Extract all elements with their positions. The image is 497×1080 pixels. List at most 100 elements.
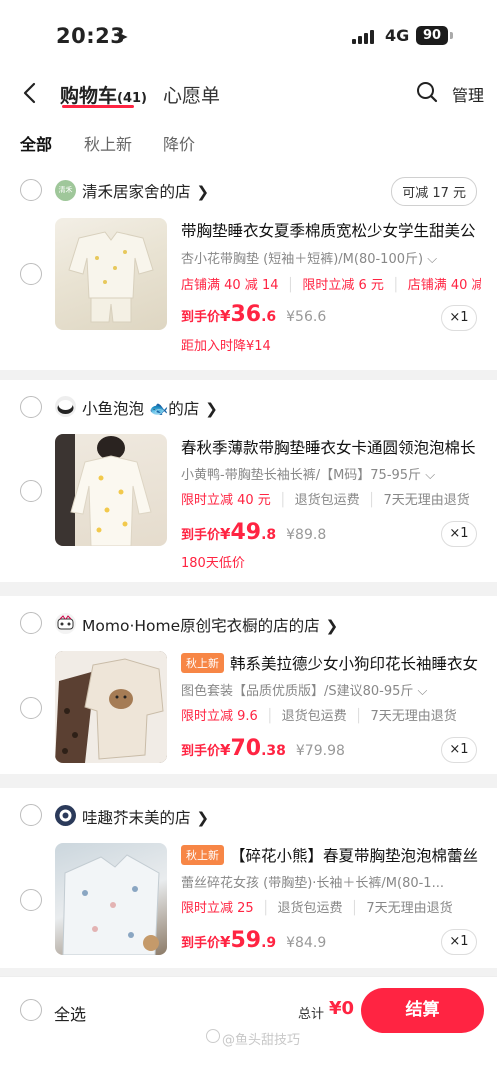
product-image[interactable] bbox=[55, 218, 167, 330]
service-tag: 退货包运费 bbox=[277, 901, 343, 916]
service-tag: 7天无理由退货 bbox=[366, 901, 453, 916]
product-variant-select[interactable]: 杏小花带胸垫 (短袖＋短裤)/M(80-100斤) ⌵ bbox=[181, 248, 446, 267]
battery-tip bbox=[450, 32, 453, 39]
autumn-new-tag: 秋上新 bbox=[181, 653, 224, 673]
battery-icon: 90 bbox=[416, 26, 448, 45]
price-decimal: .8 bbox=[261, 527, 277, 543]
manage-button[interactable]: 管理 bbox=[452, 82, 484, 106]
variant-text: 图色套装【品质优质版】/S建议80-95斤 bbox=[181, 684, 414, 699]
chevron-right-icon: ❯ bbox=[325, 617, 339, 635]
pajama-illustration bbox=[55, 434, 152, 546]
shop-discount-badge[interactable]: 可减 17 元 bbox=[391, 177, 477, 206]
price-decimal: .6 bbox=[261, 309, 277, 325]
shop-name: 小鱼泡泡 bbox=[82, 400, 145, 418]
service-tag: 7天无理由退货 bbox=[370, 709, 457, 724]
promo-tag: 限时立减 9.6 bbox=[181, 709, 258, 724]
item-select-checkbox[interactable] bbox=[20, 889, 42, 911]
search-icon[interactable] bbox=[416, 81, 438, 103]
chevron-right-icon: ❯ bbox=[196, 809, 210, 827]
filter-price-drop[interactable]: 降价 bbox=[163, 131, 195, 155]
shop-name-suffix: 的店 bbox=[168, 400, 200, 418]
price-integer: 70 bbox=[230, 736, 262, 761]
shop-avatar: 清禾 bbox=[55, 180, 76, 201]
shop-card: 清禾 清禾居家舍的店 ❯ 可减 17 元 带胸垫睡衣女夏季棉质宽松少女学生甜美公 … bbox=[0, 168, 497, 370]
product-variant-select[interactable]: 蕾丝碎花女孩 (带胸垫)·长袖＋长裤/M(80-1... bbox=[181, 872, 446, 891]
item-select-checkbox[interactable] bbox=[20, 480, 42, 502]
price-integer: 49 bbox=[230, 520, 262, 545]
shop-card: Momo·Home原创宅衣橱的店的店 ❯ 秋上新 韩系美拉德少女小狗印花长袖睡衣女 … bbox=[0, 596, 497, 774]
price-currency: ¥ bbox=[220, 933, 231, 951]
shop-name-link[interactable]: 哇趣芥末美的店 ❯ bbox=[82, 806, 209, 828]
price-drop-note: 距加入时降¥14 bbox=[181, 339, 271, 354]
original-price: ¥79.98 bbox=[295, 743, 345, 759]
price-currency: ¥ bbox=[220, 307, 231, 325]
weibo-icon bbox=[206, 1029, 220, 1043]
price-integer: 36 bbox=[230, 302, 262, 327]
status-bar: 20:23 ➤ 4G 90 bbox=[0, 0, 497, 70]
price-label: 到手价 bbox=[181, 936, 221, 951]
price-currency: ¥ bbox=[220, 741, 231, 759]
tab-cart[interactable]: 购物车(41) bbox=[60, 81, 147, 108]
promo-tag: 限时立减 6 元 bbox=[302, 278, 384, 293]
promo-tags: 店铺满 40 减 14│限时立减 6 元│店铺满 40 减 17 bbox=[181, 274, 481, 293]
product-title[interactable]: 秋上新 韩系美拉德少女小狗印花长袖睡衣女 bbox=[181, 652, 478, 674]
back-chevron-icon[interactable] bbox=[18, 80, 42, 106]
shop-select-checkbox[interactable] bbox=[20, 396, 42, 418]
shop-card: 哇趣芥末美的店 ❯ 秋上新 【碎花小熊】春夏带胸垫泡泡棉蕾丝碎 蕾丝碎花女孩 (带胸… bbox=[0, 788, 497, 968]
product-title[interactable]: 带胸垫睡衣女夏季棉质宽松少女学生甜美公 bbox=[181, 219, 478, 241]
shop-avatar bbox=[55, 805, 76, 826]
filter-all[interactable]: 全部 bbox=[20, 131, 52, 155]
price-decimal: .9 bbox=[261, 935, 277, 951]
price-integer: 59 bbox=[230, 928, 262, 953]
tab-wishlist[interactable]: 心愿单 bbox=[163, 81, 220, 108]
chevron-right-icon: ❯ bbox=[205, 400, 218, 418]
promo-tag: 限时立减 40 元 bbox=[181, 493, 271, 508]
price-row: 到手价¥70.38 ¥79.98 bbox=[181, 736, 345, 761]
product-title[interactable]: 秋上新 【碎花小熊】春夏带胸垫泡泡棉蕾丝碎 bbox=[181, 844, 478, 866]
tab-cart-label: 购物车 bbox=[60, 85, 118, 107]
shop-name-link[interactable]: 清禾居家舍的店 ❯ bbox=[82, 180, 209, 202]
product-image[interactable] bbox=[55, 434, 167, 546]
select-all-label[interactable]: 全选 bbox=[54, 1001, 86, 1025]
product-title-text: 【碎花小熊】春夏带胸垫泡泡棉蕾丝碎 bbox=[230, 847, 478, 865]
price-label: 到手价 bbox=[181, 310, 221, 325]
item-select-checkbox[interactable] bbox=[20, 697, 42, 719]
product-title-text: 韩系美拉德少女小狗印花长袖睡衣女 bbox=[230, 655, 478, 673]
shop-name: 清禾居家舍的店 bbox=[82, 183, 191, 201]
item-select-checkbox[interactable] bbox=[20, 263, 42, 285]
checkout-bar: 全选 总计 ¥0 结算 @鱼头甜技巧 bbox=[0, 976, 497, 1080]
product-variant-select[interactable]: 小黄鸭-带胸垫长袖长裤/【M码】75-95斤 ⌵ bbox=[181, 464, 446, 483]
checkout-button[interactable]: 结算 bbox=[361, 988, 484, 1033]
shop-select-checkbox[interactable] bbox=[20, 804, 42, 826]
quantity-stepper[interactable]: ×1 bbox=[441, 521, 477, 547]
quantity-stepper[interactable]: ×1 bbox=[441, 305, 477, 331]
service-tag: 退货包运费 bbox=[281, 709, 347, 724]
chevron-down-icon: ⌵ bbox=[423, 252, 438, 267]
shop-name-link[interactable]: 小鱼泡泡 🐟的店 ❯ bbox=[82, 397, 218, 419]
autumn-new-tag: 秋上新 bbox=[181, 845, 224, 865]
shop-avatar bbox=[55, 613, 76, 634]
product-image[interactable] bbox=[55, 843, 167, 955]
product-image[interactable] bbox=[55, 651, 167, 763]
promo-tags: 限时立减 25 │ 退货包运费 │ 7天无理由退货 bbox=[181, 901, 453, 916]
original-price: ¥84.9 bbox=[286, 935, 327, 951]
variant-text: 杏小花带胸垫 (短袖＋短裤)/M(80-100斤) bbox=[181, 252, 424, 267]
shop-select-checkbox[interactable] bbox=[20, 179, 42, 201]
select-all-checkbox[interactable] bbox=[20, 999, 42, 1021]
price-row: 到手价¥36.6 ¥56.6 bbox=[181, 302, 326, 327]
pajama-illustration bbox=[62, 854, 160, 955]
price-currency: ¥ bbox=[220, 525, 231, 543]
shop-card: 小鱼泡泡 🐟的店 ❯ 春秋季薄款带胸垫睡衣女卡通圆领泡泡棉长 小黄鸭-带胸垫长袖长… bbox=[0, 380, 497, 582]
shop-select-checkbox[interactable] bbox=[20, 612, 42, 634]
variant-text: 蕾丝碎花女孩 (带胸垫)·长袖＋长裤/M(80-1... bbox=[181, 876, 444, 891]
quantity-stepper[interactable]: ×1 bbox=[441, 737, 477, 763]
shop-name-link[interactable]: Momo·Home原创宅衣橱的店的店 ❯ bbox=[82, 614, 338, 636]
shop-name: 哇趣芥末美的店 bbox=[82, 809, 191, 827]
quantity-stepper[interactable]: ×1 bbox=[441, 929, 477, 955]
shop-avatar bbox=[55, 396, 76, 417]
price-row: 到手价¥49.8 ¥89.8 bbox=[181, 520, 326, 545]
promo-tags: 限时立减 40 元 │ 退货包运费 │ 7天无理由退货 bbox=[181, 493, 470, 508]
product-title[interactable]: 春秋季薄款带胸垫睡衣女卡通圆领泡泡棉长 bbox=[181, 436, 478, 458]
product-variant-select[interactable]: 图色套装【品质优质版】/S建议80-95斤 ⌵ bbox=[181, 680, 446, 699]
filter-autumn-new[interactable]: 秋上新 bbox=[84, 131, 132, 155]
